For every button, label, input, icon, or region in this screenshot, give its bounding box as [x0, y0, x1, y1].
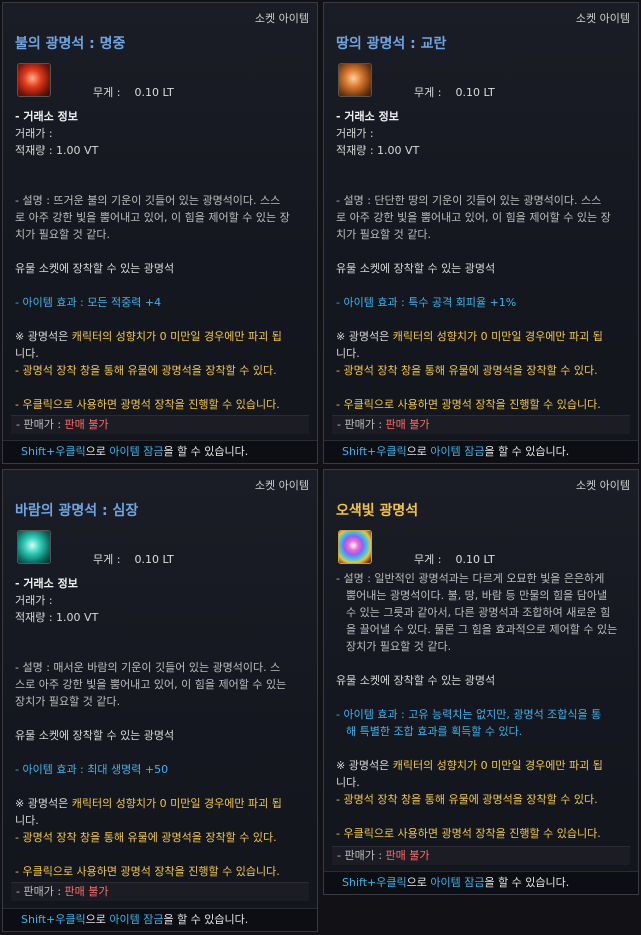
market-header: - 거래소 정보: [15, 577, 78, 590]
socket-text: 유물 소켓에 장착할 수 있는 광명석: [336, 674, 496, 687]
item-category: 소켓 아이템: [254, 479, 309, 492]
warning-text: ※ 광명석은 캐릭터의 성향치가 0 미만일 경우에만 파괴 됩: [336, 330, 603, 343]
description-line: 치가 필요할 것 같다.: [15, 228, 110, 241]
equip-text: - 광명석 장착 창을 통해 유물에 광명석을 장착할 수 있다.: [336, 793, 598, 806]
rightclick-text: - 우클릭으로 사용하면 광명석 장착을 진행할 수 있습니다.: [15, 865, 280, 878]
item-effect: - 아이템 효과 : 특수 공격 회피율 +1%: [336, 296, 517, 309]
description-line: 로 아주 강한 빛을 뿜어내고 있어, 이 힘을 제어할 수 있는 장: [336, 211, 611, 224]
item-body: - 거래소 정보 거래가 : 적재량 : 1.00 VT - 설명 : 매서운 …: [15, 575, 307, 880]
warning-end: 니다.: [15, 814, 39, 827]
socket-text: 유물 소켓에 장착할 수 있는 광명석: [15, 729, 175, 742]
item-body: - 거래소 정보 거래가 : 적재량 : 1.00 VT - 설명 : 단단한 …: [336, 108, 628, 413]
sell-price: - 판매가 : 판매 불가: [332, 846, 630, 865]
item-title: 오색빛 광명석: [336, 503, 419, 519]
item-effect: - 아이템 효과 : 모든 적중력 +4: [15, 296, 162, 309]
rightclick-text: - 우클릭으로 사용하면 광명석 장착을 진행할 수 있습니다.: [15, 398, 280, 411]
description-line: - 설명 : 단단한 땅의 기운이 깃들어 있는 광명석이다. 스스: [336, 194, 602, 207]
earth-gem-icon: [338, 63, 372, 97]
description-line: 로 아주 강한 빛을 뿜어내고 있어, 이 힘을 제어할 수 있는 장: [15, 211, 290, 224]
description-line: 을 끌어낼 수 있다. 물론 그 힘을 효과적으로 제어할 수 있는: [346, 623, 618, 636]
tooltip-card-wind: 소켓 아이템 바람의 광명석 : 심장 무게 :0.10 LT - 거래소 정보…: [2, 469, 318, 932]
item-weight: 무게 :0.10 LT: [93, 553, 174, 566]
item-weight: 무게 :0.10 LT: [93, 86, 174, 99]
description-line: 장치가 필요할 것 같다.: [346, 640, 452, 653]
rightclick-text: - 우클릭으로 사용하면 광명석 장착을 진행할 수 있습니다.: [336, 398, 601, 411]
lock-hint: Shift+우클릭으로 아이템 잠금을 할 수 있습니다.: [324, 871, 638, 894]
rainbow-gem-icon: [338, 530, 372, 564]
description-line: 치가 필요할 것 같다.: [336, 228, 431, 241]
item-effect: - 아이템 효과 : 최대 생명력 +50: [15, 763, 169, 776]
lock-hint: Shift+우클릭으로 아이템 잠금을 할 수 있습니다.: [3, 440, 317, 463]
description-line: 뿜어내는 광명석이다. 불, 땅, 바람 등 만물의 힘을 담아낼: [346, 589, 608, 602]
tooltip-card-rainbow: 소켓 아이템 오색빛 광명석 무게 :0.10 LT - 설명 : 일반적인 광…: [323, 469, 639, 895]
warning-end: 니다.: [336, 347, 360, 360]
description-line: 장치가 필요할 것 같다.: [15, 695, 121, 708]
item-weight: 무게 :0.10 LT: [414, 553, 495, 566]
stock-label: 적재량 : 1.00 VT: [15, 144, 99, 157]
equip-text: - 광명석 장착 창을 통해 유물에 광명석을 장착할 수 있다.: [15, 831, 277, 844]
sell-price: - 판매가 : 판매 불가: [332, 415, 630, 434]
equip-text: - 광명석 장착 창을 통해 유물에 광명석을 장착할 수 있다.: [336, 364, 598, 377]
description-line: 수 있는 그릇과 같아서, 다른 광명석과 조합하여 새로운 힘: [346, 606, 611, 619]
item-category: 소켓 아이템: [575, 12, 630, 25]
description-line: - 설명 : 일반적인 광명석과는 다르게 오묘한 빛을 은은하게: [336, 572, 605, 585]
description-line: - 설명 : 뜨거운 불의 기운이 깃들어 있는 광명석이다. 스스: [15, 194, 281, 207]
warning-end: 니다.: [15, 347, 39, 360]
market-header: - 거래소 정보: [336, 110, 399, 123]
tooltip-card-earth: 소켓 아이템 땅의 광명석 : 교란 무게 :0.10 LT - 거래소 정보 …: [323, 2, 639, 464]
warning-text: ※ 광명석은 캐릭터의 성향치가 0 미만일 경우에만 파괴 됩: [336, 759, 603, 772]
lock-hint: Shift+우클릭으로 아이템 잠금을 할 수 있습니다.: [324, 440, 638, 463]
item-effect: 해 특별한 조합 효과를 획득할 수 있다.: [346, 725, 523, 738]
item-effect: - 아이템 효과 : 고유 능력치는 없지만, 광명석 조합식을 통: [336, 708, 602, 721]
price-label: 거래가 :: [15, 594, 53, 607]
socket-text: 유물 소켓에 장착할 수 있는 광명석: [336, 262, 496, 275]
sell-price: - 판매가 : 판매 불가: [11, 882, 309, 901]
item-weight: 무게 :0.10 LT: [414, 86, 495, 99]
lock-hint: Shift+우클릭으로 아이템 잠금을 할 수 있습니다.: [3, 908, 317, 931]
wind-gem-icon: [17, 530, 51, 564]
equip-text: - 광명석 장착 창을 통해 유물에 광명석을 장착할 수 있다.: [15, 364, 277, 377]
price-label: 거래가 :: [15, 127, 53, 140]
price-label: 거래가 :: [336, 127, 374, 140]
description-line: - 설명 : 매서운 바람의 기운이 깃들어 있는 광명석이다. 스: [15, 661, 281, 674]
market-header: - 거래소 정보: [15, 110, 78, 123]
item-title: 바람의 광명석 : 심장: [15, 503, 139, 519]
stock-label: 적재량 : 1.00 VT: [15, 611, 99, 624]
stock-label: 적재량 : 1.00 VT: [336, 144, 420, 157]
warning-text: ※ 광명석은 캐릭터의 성향치가 0 미만일 경우에만 파괴 됩: [15, 330, 282, 343]
description-line: 스로 아주 강한 빛을 뿜어내고 있어, 이 힘을 제어할 수 있는: [15, 678, 287, 691]
warning-text: ※ 광명석은 캐릭터의 성향치가 0 미만일 경우에만 파괴 됩: [15, 797, 282, 810]
item-title: 땅의 광명석 : 교란: [336, 36, 447, 52]
socket-text: 유물 소켓에 장착할 수 있는 광명석: [15, 262, 175, 275]
rightclick-text: - 우클릭으로 사용하면 광명석 장착을 진행할 수 있습니다.: [336, 827, 601, 840]
sell-price: - 판매가 : 판매 불가: [11, 415, 309, 434]
fire-gem-icon: [17, 63, 51, 97]
item-title: 불의 광명석 : 명중: [15, 36, 126, 52]
item-category: 소켓 아이템: [575, 479, 630, 492]
item-category: 소켓 아이템: [254, 12, 309, 25]
item-body: - 거래소 정보 거래가 : 적재량 : 1.00 VT - 설명 : 뜨거운 …: [15, 108, 307, 413]
warning-end: 니다.: [336, 776, 360, 789]
tooltip-card-fire: 소켓 아이템 불의 광명석 : 명중 무게 :0.10 LT - 거래소 정보 …: [2, 2, 318, 464]
item-body: - 설명 : 일반적인 광명석과는 다르게 오묘한 빛을 은은하게 뿜어내는 광…: [336, 570, 628, 842]
